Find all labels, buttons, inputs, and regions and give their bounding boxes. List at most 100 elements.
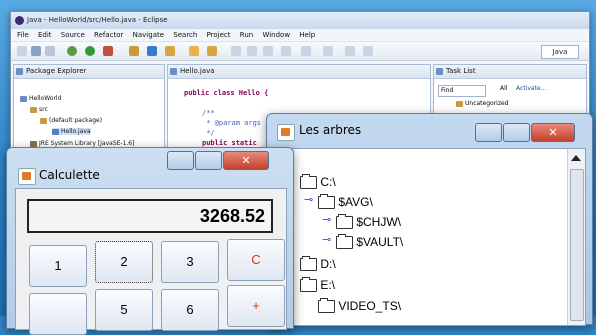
- maximize-button[interactable]: [503, 123, 530, 142]
- package-explorer-icon: [16, 68, 23, 75]
- code-text: public class Hello {: [184, 89, 269, 97]
- tree-item-hello-java[interactable]: Hello.java: [52, 128, 91, 135]
- prev-annotation-icon[interactable]: [323, 46, 333, 56]
- task-list-header: Task List: [434, 65, 586, 79]
- calculator-window: Calculette ✕ 3268.52 1 2 3 C + 5 6: [6, 147, 294, 335]
- java-file-icon: [170, 68, 177, 75]
- package-icon: [40, 117, 47, 124]
- task-category[interactable]: Uncategorized: [456, 100, 508, 107]
- key-3[interactable]: 3: [161, 241, 219, 283]
- code-line: /**: [202, 109, 215, 117]
- tree-item-src[interactable]: src: [30, 106, 48, 113]
- task-list-title: Task List: [446, 67, 476, 75]
- menu-project[interactable]: Project: [207, 31, 231, 39]
- eclipse-title: Java - HelloWorld/src/Hello.java - Eclip…: [27, 16, 168, 24]
- menu-refactor[interactable]: Refactor: [94, 31, 123, 39]
- menu-window[interactable]: Window: [262, 31, 290, 39]
- annotation-icon[interactable]: [247, 46, 257, 56]
- scroll-up-icon[interactable]: [571, 155, 581, 161]
- tree-panel: C:\ ⊸ $AVG\ ⊸ $CHJW\ ⊸ $VAULT\ D:\ E:\ V…: [275, 148, 586, 326]
- task-all-filter[interactable]: All: [500, 85, 507, 92]
- java-perspective-button[interactable]: Java: [541, 45, 579, 59]
- menu-search[interactable]: Search: [173, 31, 197, 39]
- next-annotation-icon[interactable]: [301, 46, 311, 56]
- close-button[interactable]: ✕: [531, 123, 575, 142]
- format-icon[interactable]: [281, 46, 291, 56]
- eclipse-toolbar: Java: [11, 42, 589, 61]
- tree-item-project[interactable]: HelloWorld: [20, 95, 61, 102]
- tree-node-vault[interactable]: $VAULT\: [336, 234, 403, 250]
- node-label: E:\: [320, 278, 336, 292]
- forward-icon[interactable]: [363, 46, 373, 56]
- tree-node-e[interactable]: E:\: [300, 277, 336, 293]
- minimize-button[interactable]: [167, 151, 194, 170]
- connector-icon: ⊸: [304, 193, 314, 206]
- tree-scrollbar[interactable]: [567, 149, 585, 325]
- external-tools-icon[interactable]: [103, 46, 113, 56]
- node-label: $CHJW\: [356, 215, 402, 229]
- menu-navigate[interactable]: Navigate: [133, 31, 164, 39]
- back-icon[interactable]: [345, 46, 355, 56]
- tree-node-d[interactable]: D:\: [300, 256, 336, 272]
- connector-icon: ⊸: [322, 233, 332, 246]
- connector-icon: ⊸: [322, 213, 332, 226]
- debug-icon[interactable]: [67, 46, 77, 56]
- category-folder-icon: [456, 100, 463, 107]
- search-icon[interactable]: [207, 46, 217, 56]
- code-line: */: [202, 129, 215, 137]
- key-clear[interactable]: C: [227, 239, 285, 281]
- mark-occurrences-icon[interactable]: [231, 46, 241, 56]
- menu-edit[interactable]: Edit: [38, 31, 52, 39]
- tree-item-label: (default package): [49, 117, 103, 124]
- tree-node-video-ts[interactable]: VIDEO_TS\: [318, 298, 401, 314]
- tree-node-chjw[interactable]: $CHJW\: [336, 214, 402, 230]
- calculator-title: Calculette: [39, 168, 100, 182]
- source-folder-icon: [30, 106, 37, 113]
- tree-node-avg[interactable]: $AVG\: [318, 194, 373, 210]
- library-icon: [30, 140, 37, 147]
- folder-icon: [300, 256, 317, 272]
- node-label: $AVG\: [338, 195, 373, 209]
- key-2[interactable]: 2: [95, 241, 153, 283]
- menu-file[interactable]: File: [17, 31, 29, 39]
- task-activate-link[interactable]: Activate...: [516, 85, 546, 92]
- package-explorer-title: Package Explorer: [26, 67, 87, 75]
- menu-run[interactable]: Run: [240, 31, 253, 39]
- key-plus[interactable]: +: [227, 285, 285, 327]
- tree-item-label: JRE System Library [JavaSE-1.6]: [39, 140, 135, 147]
- minimize-button[interactable]: [475, 123, 502, 142]
- key-1[interactable]: 1: [29, 245, 87, 287]
- new-class-icon[interactable]: [165, 46, 175, 56]
- maximize-button[interactable]: [195, 151, 222, 170]
- tree-item-default-package[interactable]: (default package): [40, 117, 102, 124]
- editor-tab-label: Hello.java: [180, 67, 215, 75]
- new-java-project-icon[interactable]: [129, 46, 139, 56]
- folder-icon: [300, 277, 317, 293]
- code-line: * @param args: [202, 119, 262, 127]
- tree-item-label: Hello.java: [61, 128, 91, 135]
- close-button[interactable]: ✕: [223, 151, 269, 170]
- new-package-icon[interactable]: [147, 46, 157, 56]
- open-type-icon[interactable]: [189, 46, 199, 56]
- package-explorer-header: Package Explorer: [14, 65, 164, 79]
- task-find-input[interactable]: Find: [438, 85, 486, 97]
- key-5[interactable]: 5: [95, 289, 153, 331]
- tree-window-title: Les arbres: [299, 123, 362, 137]
- editor-tab[interactable]: Hello.java: [168, 65, 430, 79]
- menu-source[interactable]: Source: [61, 31, 85, 39]
- print-icon[interactable]: [45, 46, 55, 56]
- java-app-icon: [18, 168, 36, 185]
- new-icon[interactable]: [17, 46, 27, 56]
- menu-help[interactable]: Help: [299, 31, 315, 39]
- folder-icon: [300, 174, 317, 190]
- code-text: public static: [202, 139, 257, 147]
- run-icon[interactable]: [85, 46, 95, 56]
- tree-item-jre[interactable]: JRE System Library [JavaSE-1.6]: [30, 140, 134, 147]
- key-6[interactable]: 6: [161, 289, 219, 331]
- key-4[interactable]: [29, 293, 87, 335]
- node-label: D:\: [320, 257, 336, 271]
- pin-icon[interactable]: [263, 46, 273, 56]
- tree-node-c[interactable]: C:\: [300, 174, 336, 190]
- save-icon[interactable]: [31, 46, 41, 56]
- scroll-thumb[interactable]: [570, 169, 584, 321]
